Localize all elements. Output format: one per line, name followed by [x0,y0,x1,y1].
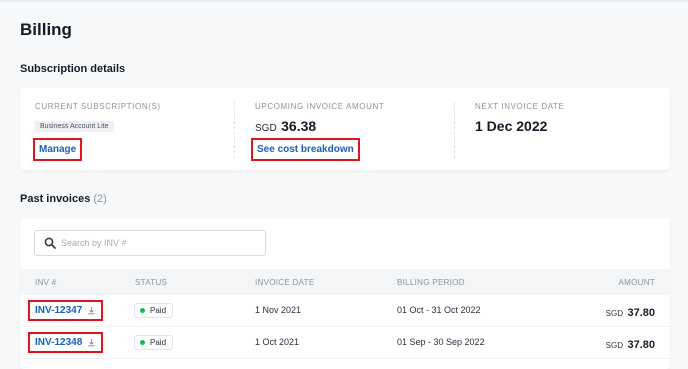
download-icon[interactable] [87,338,96,347]
amount-value: 37.80 [627,307,655,319]
invoice-amount: SGD 37.80 [606,335,655,353]
column-divider [454,102,455,158]
download-icon[interactable] [87,306,96,315]
column-header-status: STATUS [135,278,168,287]
invoice-date: 1 Oct 2021 [255,337,300,347]
page-title: Billing [20,20,72,39]
next-invoice-date: 1 Dec 2022 [475,118,548,134]
manage-link[interactable]: Manage [33,138,83,161]
see-cost-breakdown-link[interactable]: See cost breakdown [251,138,360,161]
past-invoices-title: Past invoices (2) [20,193,107,205]
column-header-inv: INV # [35,278,57,287]
column-divider [234,102,235,158]
next-invoice-column: NEXT INVOICE DATE [475,102,564,111]
status-text: Paid [150,338,167,347]
status-text: Paid [150,306,167,315]
invoice-amount: SGD 37.80 [606,303,655,321]
search-box[interactable] [34,230,266,256]
invoices-card: INV # STATUS INVOICE DATE BILLING PERIOD… [20,218,670,369]
table-header: INV # STATUS INVOICE DATE BILLING PERIOD… [20,269,670,295]
billing-period: 01 Oct - 31 Oct 2022 [397,305,481,315]
table-row: INV-12348 Paid 1 Oct 2021 01 Sep - 30 Se… [20,327,670,359]
past-invoices-title-text: Past invoices [20,193,91,205]
amount-value: 37.80 [627,339,655,351]
amount-value: 36.38 [281,118,317,134]
paid-status-dot [140,308,145,313]
invoice-link[interactable]: INV-12347 [28,300,104,321]
upcoming-invoice-column: UPCOMING INVOICE AMOUNT [255,102,384,111]
paid-status-dot [140,340,145,345]
currency-label: SGD [255,123,277,134]
invoice-count: (2) [93,193,107,205]
invoice-number: INV-12348 [35,337,83,348]
column-header-amount: AMOUNT [618,278,655,287]
upcoming-invoice-amount: SGD 36.38 [255,118,316,136]
subscription-section-title: Subscription details [20,63,126,75]
status-badge: Paid [134,303,174,318]
plan-badge: Business Account Lite [35,121,114,132]
invoice-number: INV-12347 [35,305,83,316]
top-divider [0,0,688,2]
column-header-billing-period: BILLING PERIOD [397,278,465,287]
table-row: INV-12347 Paid 1 Nov 2021 01 Oct - 31 Oc… [20,295,670,327]
invoice-link[interactable]: INV-12348 [28,332,104,353]
invoice-date: 1 Nov 2021 [255,305,302,315]
subscription-card: CURRENT SUBSCRIPTION(S) Business Account… [20,88,670,170]
next-invoice-date-label: NEXT INVOICE DATE [475,102,565,111]
currency-label: SGD [605,341,624,350]
current-subscription-label: CURRENT SUBSCRIPTION(S) [35,102,161,111]
billing-period: 01 Sep - 30 Sep 2022 [397,337,485,347]
status-badge: Paid [134,335,174,350]
column-header-invoice-date: INVOICE DATE [255,278,315,287]
currency-label: SGD [605,309,624,318]
upcoming-invoice-label: UPCOMING INVOICE AMOUNT [255,102,385,111]
search-icon [44,237,56,249]
search-input[interactable] [61,235,261,251]
current-subscription-column: CURRENT SUBSCRIPTION(S) [35,102,161,111]
